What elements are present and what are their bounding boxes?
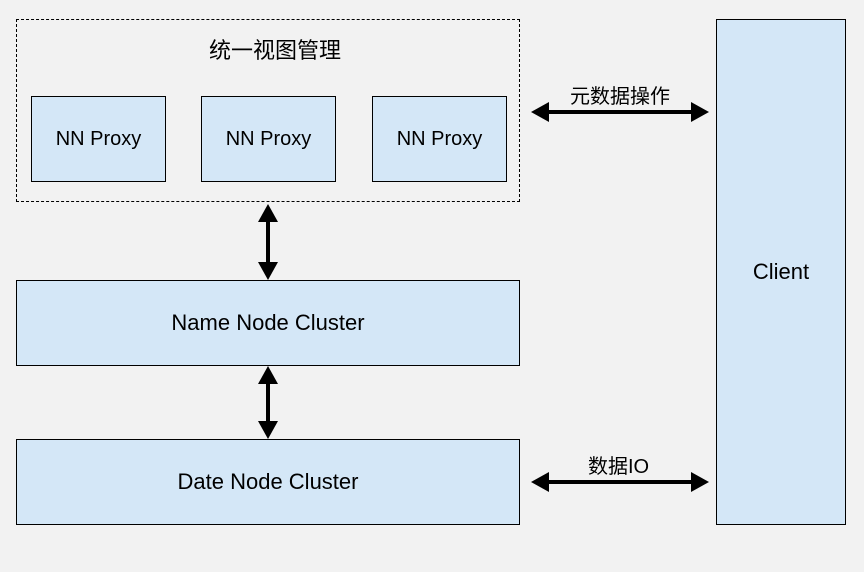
arrow-namenode-datenode (266, 380, 270, 425)
date-node-cluster-box: Date Node Cluster (16, 439, 520, 525)
data-io-label: 数据IO (588, 450, 649, 479)
arrow-dataio (545, 480, 695, 484)
nn-proxy-box-2: NN Proxy (201, 96, 336, 182)
nn-proxy-box-1: NN Proxy (31, 96, 166, 182)
arrow-metadata (545, 110, 695, 114)
client-box: Client (716, 19, 846, 525)
name-node-cluster-box: Name Node Cluster (16, 280, 520, 366)
metadata-operation-label: 元数据操作 (570, 80, 670, 109)
arrow-viewmanager-namenode (266, 218, 270, 266)
view-manager-title: 统一视图管理 (195, 33, 355, 65)
nn-proxy-box-3: NN Proxy (372, 96, 507, 182)
